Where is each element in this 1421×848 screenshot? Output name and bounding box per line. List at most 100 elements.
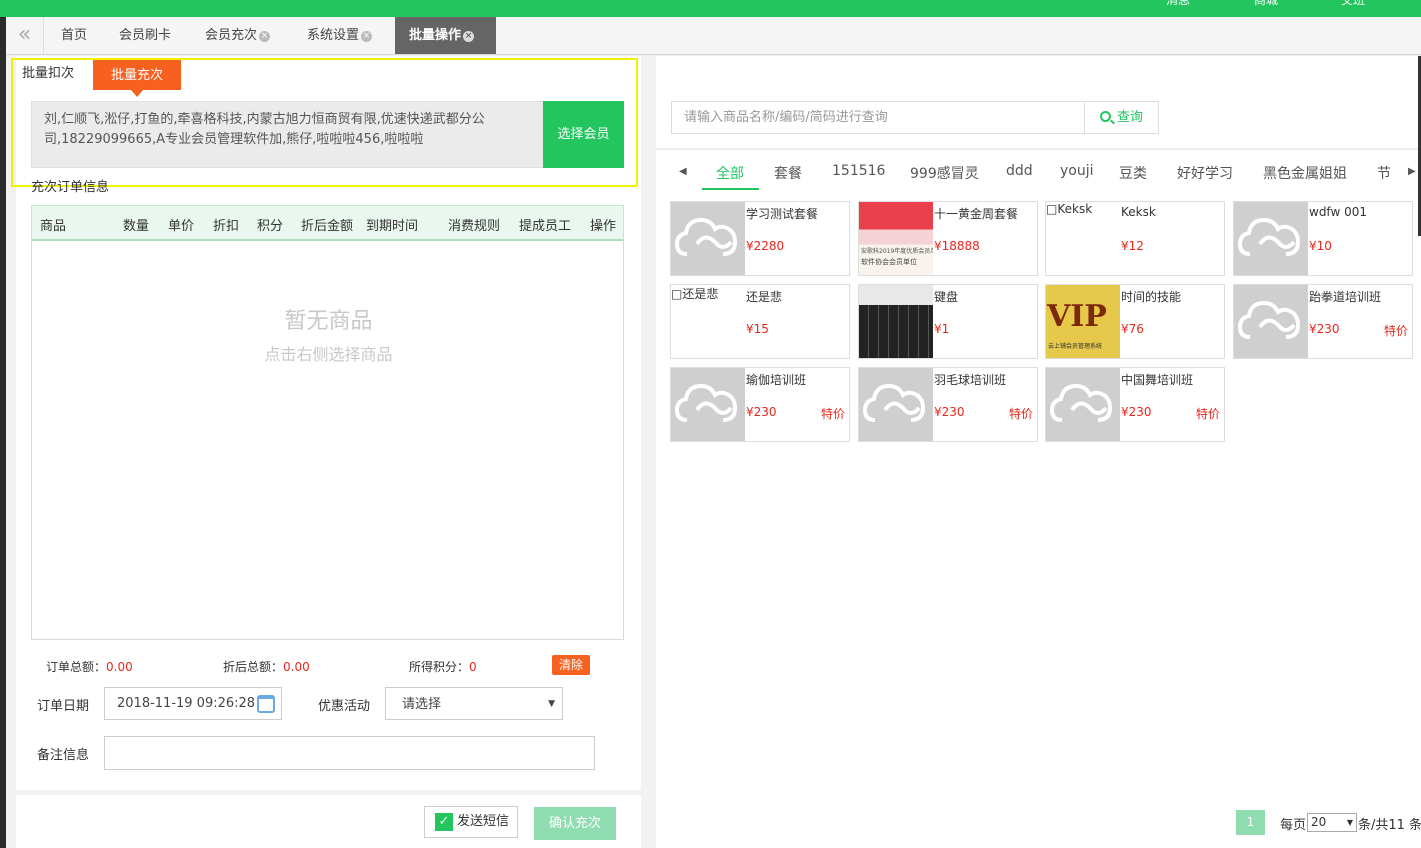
- product-card[interactable]: VIP 云上铺会员管理系统 时间的技能 ¥76: [1045, 284, 1225, 359]
- product-card[interactable]: wdfw 001 ¥10: [1233, 201, 1413, 276]
- messages-link[interactable]: 消息: [1166, 0, 1190, 8]
- subtab-label: 批量充次: [110, 68, 163, 83]
- discount-total-label: 折后总额：: [223, 660, 284, 674]
- tab-system-settings[interactable]: 系统设置 ×: [307, 17, 373, 54]
- broken-image-icon: □还是悲: [671, 285, 719, 302]
- product-name: 还是悲: [746, 290, 783, 304]
- product-search-input[interactable]: 请输入商品名称/编码/简码进行查询: [671, 101, 1085, 134]
- choose-member-button[interactable]: 选择会员: [543, 101, 624, 168]
- category-tab[interactable]: 套餐: [774, 163, 802, 183]
- category-tab[interactable]: 黑色金属姐姐: [1263, 163, 1347, 183]
- product-image: 安歌科2019年度优质会员单位 软件协会会员单位: [859, 202, 933, 275]
- clear-button[interactable]: 清除: [552, 655, 590, 675]
- vip-subtext: 云上铺会员管理系统: [1048, 343, 1103, 350]
- category-tab[interactable]: 豆类: [1119, 163, 1147, 183]
- mall-link[interactable]: 商城: [1254, 0, 1278, 8]
- category-divider: [656, 148, 1421, 150]
- product-card[interactable]: 键盘 ¥1: [858, 284, 1038, 359]
- category-tab[interactable]: 全部: [716, 163, 744, 183]
- discount-total-value: 0.00: [283, 660, 310, 674]
- order-section-title: 充次订单信息: [31, 180, 110, 195]
- product-name: 跆拳道培训班: [1309, 290, 1382, 304]
- order-total: 订单总额：0.00: [46, 658, 133, 675]
- close-icon[interactable]: ×: [463, 31, 475, 42]
- shift-link[interactable]: 交班: [1341, 0, 1365, 8]
- category-tab[interactable]: 好好学习: [1177, 163, 1233, 183]
- image-text: 安歌科2019年度优质会员单位: [861, 248, 933, 255]
- tab-member-recharge[interactable]: 会员充次 ×: [205, 17, 271, 54]
- confirm-recharge-button[interactable]: 确认充次: [534, 807, 616, 840]
- order-date-input[interactable]: 2018-11-19 09:26:28: [104, 687, 282, 720]
- cloud-placeholder-icon: [1234, 285, 1308, 358]
- column-header: 消费规则: [448, 219, 501, 234]
- product-card[interactable]: 中国舞培训班 ¥230 特价: [1045, 367, 1225, 442]
- promotion-label: 优惠活动: [318, 699, 371, 714]
- tab-batch-operations[interactable]: 批量操作 ×: [395, 17, 496, 54]
- category-tab[interactable]: 节: [1377, 163, 1391, 183]
- product-price: ¥230: [746, 405, 777, 419]
- tab-home[interactable]: 首页: [61, 17, 87, 54]
- scroll-left-icon[interactable]: ◀: [679, 166, 687, 177]
- tab-label: 会员充次: [205, 28, 258, 43]
- column-header: 到期时间: [366, 219, 419, 234]
- product-card[interactable]: □Keksk Keksk ¥12: [1045, 201, 1225, 276]
- tab-member-card[interactable]: 会员刷卡: [119, 17, 171, 54]
- double-chevron-left-icon[interactable]: «: [6, 17, 44, 54]
- calendar-icon[interactable]: [257, 695, 275, 713]
- tab-label: 首页: [61, 28, 88, 43]
- product-card[interactable]: 安歌科2019年度优质会员单位 软件协会会员单位 十一黄金周套餐 ¥18888: [858, 201, 1038, 276]
- per-page-select[interactable]: 20 ▼: [1307, 813, 1357, 832]
- product-price: ¥12: [1121, 239, 1144, 253]
- order-table-header: 商品 数量 单价 折扣 积分 折后金额 到期时间 消费规则 提成员工 操作: [31, 205, 624, 241]
- product-price: ¥18888: [934, 239, 980, 253]
- promotion-select[interactable]: 请选择 ▼: [385, 687, 563, 720]
- product-card[interactable]: 跆拳道培训班 ¥230 特价: [1233, 284, 1413, 359]
- product-card[interactable]: □还是悲 还是悲 ¥15: [670, 284, 850, 359]
- order-date-value: 2018-11-19 09:26:28: [117, 696, 256, 711]
- close-icon[interactable]: ×: [361, 31, 373, 42]
- product-price: ¥1: [934, 322, 950, 336]
- product-name: 羽毛球培训班: [934, 373, 1007, 387]
- tab-label: 会员刷卡: [119, 28, 172, 43]
- empty-state-subtitle: 点击右侧选择商品: [264, 345, 393, 364]
- category-tab[interactable]: 151516: [832, 163, 885, 179]
- subtab-batch-recharge[interactable]: 批量充次: [93, 60, 181, 97]
- product-card[interactable]: 瑜伽培训班 ¥230 特价: [670, 367, 850, 442]
- cloud-placeholder-icon: [1046, 368, 1120, 441]
- column-header: 单价: [168, 219, 195, 234]
- keyboard-image: [859, 285, 933, 358]
- category-tab[interactable]: ddd: [1006, 163, 1033, 179]
- cloud-placeholder-icon: [859, 368, 933, 441]
- product-name: 时间的技能: [1121, 290, 1182, 304]
- send-sms-label: 发送短信: [457, 814, 510, 829]
- close-icon[interactable]: ×: [259, 31, 271, 42]
- search-button[interactable]: 查询: [1084, 101, 1159, 134]
- product-card[interactable]: 学习测试套餐 ¥2280: [670, 201, 850, 276]
- product-price: ¥230: [1121, 405, 1152, 419]
- product-card[interactable]: 羽毛球培训班 ¥230 特价: [858, 367, 1038, 442]
- total-count: 条/共11 条: [1358, 818, 1421, 833]
- points-value: 0: [469, 660, 477, 674]
- send-sms-checkbox[interactable]: ✓ 发送短信: [424, 806, 518, 838]
- pagination-current-page[interactable]: 1: [1236, 810, 1265, 835]
- active-category-indicator: [702, 188, 759, 190]
- product-name: 十一黄金周套餐: [934, 207, 1019, 221]
- special-price-badge: 特价: [820, 407, 845, 421]
- special-price-badge: 特价: [1195, 407, 1220, 421]
- subtab-batch-deduct[interactable]: 批量扣次: [22, 60, 74, 90]
- points-label: 所得积分：: [409, 660, 470, 674]
- column-header: 操作: [590, 219, 617, 234]
- scroll-right-icon[interactable]: ▶: [1408, 166, 1416, 177]
- caret-down-icon: ▼: [1346, 818, 1353, 827]
- column-header: 积分: [257, 219, 284, 234]
- column-header: 折后金额: [301, 219, 354, 234]
- category-tab[interactable]: youji: [1060, 163, 1094, 179]
- vip-image: VIP 云上铺会员管理系统: [1046, 285, 1120, 358]
- product-name: wdfw 001: [1309, 205, 1367, 219]
- category-tab[interactable]: 999感冒灵: [910, 163, 979, 183]
- product-name: 瑜伽培训班: [746, 373, 807, 387]
- caret-down-icon: ▼: [548, 699, 555, 709]
- image-text: 软件协会会员单位: [861, 258, 917, 266]
- column-header: 提成员工: [519, 219, 572, 234]
- note-input[interactable]: [104, 736, 595, 770]
